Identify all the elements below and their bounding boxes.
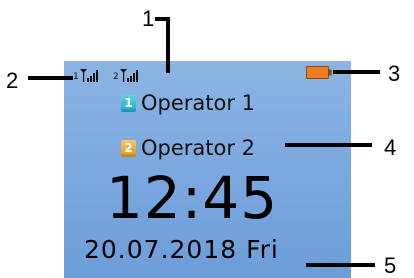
callout-5-number: 5 xyxy=(384,253,397,278)
callout-2-number: 2 xyxy=(6,68,19,93)
operator-2-name: Operator 2 xyxy=(141,136,256,160)
operator-row-1: 1 Operator 1 xyxy=(121,89,255,117)
sim2-badge-icon: 2 xyxy=(121,139,136,157)
clock-date: 20.07.2018 Fri xyxy=(84,235,279,264)
callout-4-number: 4 xyxy=(384,135,397,160)
callout-1-number: 1 xyxy=(142,6,155,31)
operator-1-name: Operator 1 xyxy=(141,91,256,115)
diagram: 1 2 1 Operator 1 2 Operator 2 12:45 20.0… xyxy=(0,0,414,278)
callout-3-number: 3 xyxy=(388,61,401,86)
signal-strength-icon xyxy=(119,69,138,82)
sim1-badge-icon: 1 xyxy=(121,94,136,112)
sim2-signal-indicator: 2 xyxy=(113,66,139,82)
battery-body xyxy=(306,66,329,79)
clock-time: 12:45 xyxy=(106,164,279,232)
battery-tip xyxy=(329,69,332,76)
sim1-signal-indicator: 1 xyxy=(73,66,99,82)
battery-icon xyxy=(306,66,332,79)
operator-row-2: 2 Operator 2 xyxy=(121,134,255,162)
signal-strength-icon xyxy=(79,69,98,82)
